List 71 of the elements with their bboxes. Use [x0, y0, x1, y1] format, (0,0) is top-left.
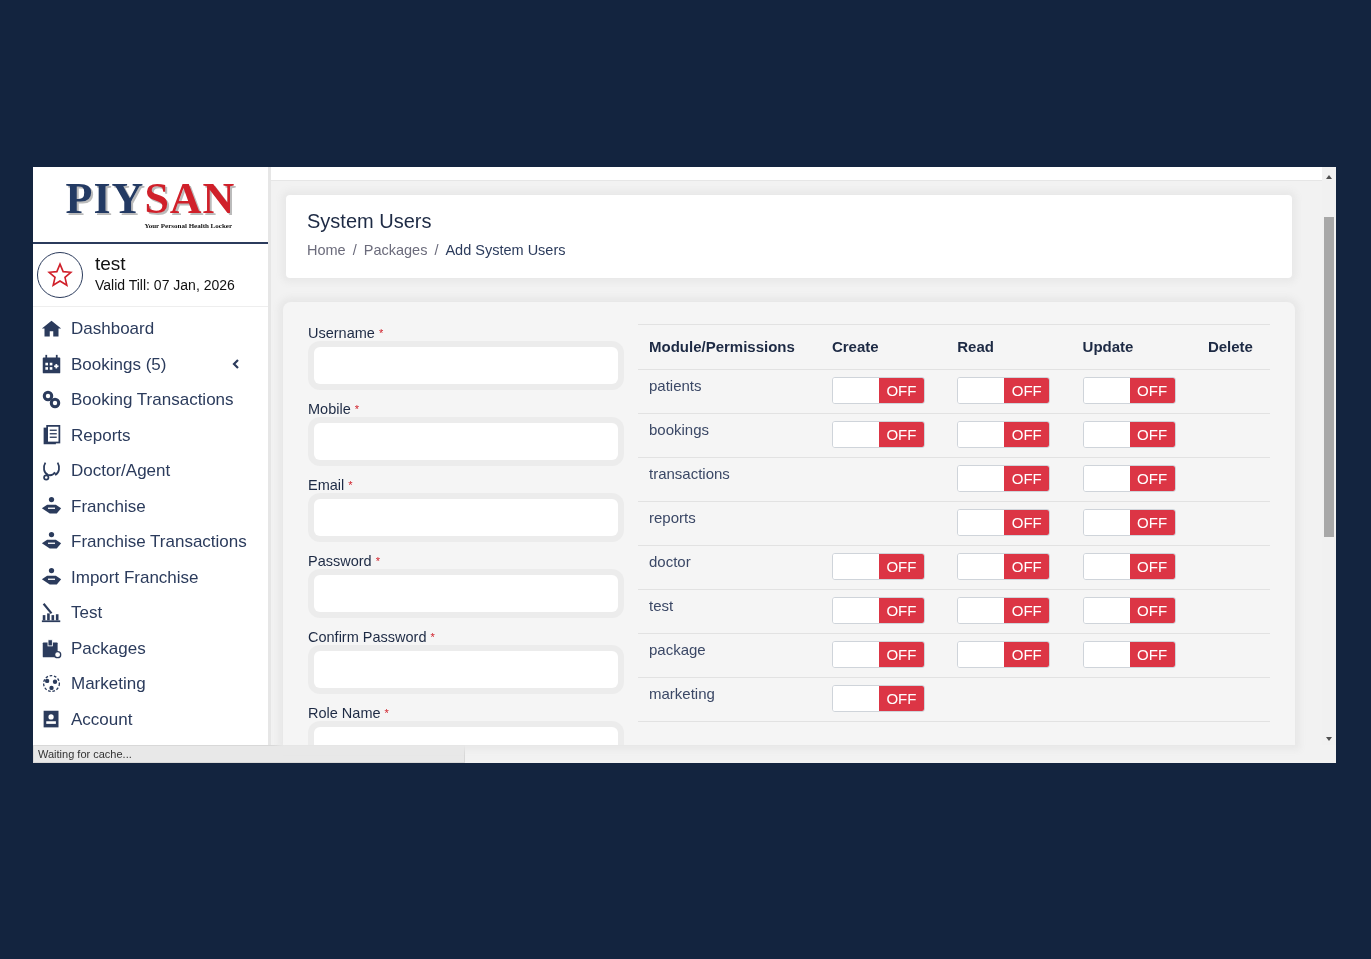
module-name: package: [649, 641, 706, 659]
field-label: Role Name *: [308, 703, 390, 722]
toggle-switch[interactable]: OFF: [957, 553, 1051, 581]
sidebar-item[interactable]: Account: [33, 701, 268, 737]
breadcrumb-link[interactable]: Packages: [363, 240, 428, 262]
toggle-switch[interactable]: OFF: [957, 421, 1051, 449]
module-name: patients: [649, 377, 702, 395]
page-title: System Users: [307, 209, 433, 234]
module-name: bookings: [649, 421, 710, 439]
toggle-switch[interactable]: OFF: [957, 509, 1051, 537]
toggle-switch[interactable]: OFF: [957, 465, 1051, 493]
toggle-switch[interactable]: OFF: [1082, 465, 1176, 493]
module-name: marketing: [649, 685, 715, 703]
breadcrumb-link[interactable]: Home: [307, 240, 346, 262]
toggle-switch[interactable]: OFF: [1082, 641, 1176, 669]
module-name: test: [649, 597, 674, 615]
toggle-switch[interactable]: OFF: [1082, 597, 1176, 625]
sidebar-item[interactable]: Doctor/Agent: [33, 453, 268, 489]
sidebar-item[interactable]: Packages: [33, 630, 268, 666]
toggle-switch[interactable]: OFF: [831, 421, 925, 449]
toggle-switch[interactable]: OFF: [1082, 509, 1176, 537]
sidebar-item[interactable]: Marketing: [33, 666, 268, 702]
sidebar-item[interactable]: Test: [33, 595, 268, 631]
column-header: Create: [820, 324, 947, 370]
breadcrumb-separator: /: [352, 241, 357, 260]
sidebar-item[interactable]: Dashboard: [33, 311, 268, 347]
user-name: test: [95, 254, 127, 275]
column-header: Delete: [1196, 324, 1270, 370]
logo: PIYSAN: [65, 177, 236, 222]
coins-icon: [41, 389, 62, 411]
module-name: reports: [649, 509, 696, 527]
toggle-switch[interactable]: OFF: [1082, 377, 1176, 405]
sidebar-item[interactable]: Franchise Transactions: [33, 524, 268, 560]
field-label: Username *: [308, 323, 385, 342]
column-header: Module/Permissions: [638, 324, 821, 370]
package-icon: [41, 637, 62, 659]
toggle-switch[interactable]: OFF: [831, 597, 925, 625]
toggle-switch[interactable]: OFF: [831, 377, 925, 405]
toggle-switch[interactable]: OFF: [957, 597, 1051, 625]
breadcrumb-separator: /: [434, 241, 439, 260]
toggle-switch[interactable]: OFF: [1082, 421, 1176, 449]
sidebar-item[interactable]: Bookings (5): [33, 346, 268, 382]
sidebar-item[interactable]: Import Franchise: [33, 559, 268, 595]
account-icon: [41, 708, 62, 730]
module-name: doctor: [649, 553, 691, 571]
document-icon: [41, 424, 62, 446]
column-header: Update: [1071, 324, 1197, 370]
stethoscope-icon: [41, 460, 62, 482]
toggle-switch[interactable]: OFF: [957, 377, 1051, 405]
validity-text: Valid Till: 07 Jan, 2026: [95, 275, 235, 295]
breadcrumb-current: Add System Users: [445, 241, 566, 260]
field-label: Email *: [308, 475, 354, 494]
field-label: Confirm Password *: [308, 627, 436, 646]
sidebar-item[interactable]: Franchise: [33, 488, 268, 524]
toggle-switch[interactable]: OFF: [831, 641, 925, 669]
status-bar: Waiting for cache...: [33, 745, 465, 763]
network-icon: [41, 673, 62, 695]
scroll-down-icon[interactable]: [1325, 735, 1333, 743]
calendar-icon: [41, 353, 62, 375]
field-label: Mobile *: [308, 399, 360, 418]
toggle-switch[interactable]: OFF: [831, 685, 925, 713]
toggle-switch[interactable]: OFF: [831, 553, 925, 581]
star-icon: [47, 262, 73, 288]
sidebar-item[interactable]: Reports: [33, 417, 268, 453]
column-header: Read: [946, 324, 1072, 370]
scroll-up-icon[interactable]: [1325, 173, 1333, 181]
module-name: transactions: [649, 465, 730, 483]
toggle-switch[interactable]: OFF: [957, 641, 1051, 669]
sidebar-item[interactable]: Booking Transactions: [33, 382, 268, 418]
field-label: Password *: [308, 551, 381, 570]
toggle-switch[interactable]: OFF: [1082, 553, 1176, 581]
